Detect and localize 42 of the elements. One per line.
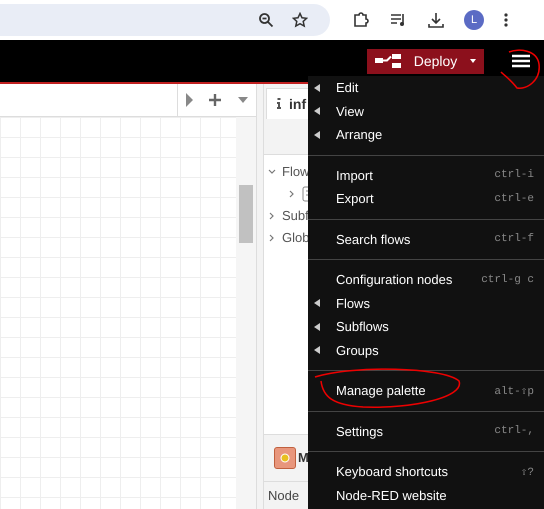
menu-item[interactable]: Import ctrl-i xyxy=(308,164,544,187)
scrollbar-thumb[interactable] xyxy=(239,185,253,243)
star-icon[interactable] xyxy=(292,12,308,28)
play-icon[interactable] xyxy=(186,93,194,107)
info-icon xyxy=(277,98,281,110)
chevron-right-icon[interactable] xyxy=(288,190,296,198)
tree-label[interactable]: Flow xyxy=(282,164,310,180)
menu-item[interactable]: Settings ctrl-, xyxy=(308,420,544,443)
chevron-right-icon[interactable] xyxy=(268,212,276,220)
download-icon[interactable] xyxy=(428,12,444,28)
caret-icon[interactable] xyxy=(238,97,248,103)
node-title: M xyxy=(298,450,309,466)
menu-item[interactable]: Keyboard shortcuts ⇧? xyxy=(308,460,544,484)
node-icon xyxy=(274,446,296,469)
zoom-out-icon[interactable] xyxy=(258,12,274,28)
menu-item[interactable]: Search flows ctrl-f xyxy=(308,228,544,251)
menu-item[interactable]: Arrange xyxy=(308,123,544,146)
tree-label[interactable]: Subf xyxy=(282,208,309,224)
menu-icon[interactable] xyxy=(512,54,530,68)
menu-item[interactable]: Configuration nodes ctrl-g c xyxy=(308,268,544,292)
more-icon[interactable] xyxy=(504,13,508,27)
submenu-arrow-icon xyxy=(314,322,320,331)
submenu-arrow-icon xyxy=(314,84,320,92)
tree-label[interactable]: Glob xyxy=(282,230,310,246)
deploy-button[interactable]: Deploy xyxy=(367,48,484,74)
extensions-icon[interactable] xyxy=(352,11,370,29)
menu-item[interactable]: Node-RED website xyxy=(308,484,544,507)
profile-avatar[interactable]: L xyxy=(464,10,484,30)
menu-item[interactable]: Flows xyxy=(308,292,544,315)
deploy-icon xyxy=(375,54,401,68)
submenu-arrow-icon xyxy=(314,346,320,354)
submenu-arrow-icon xyxy=(314,130,320,139)
submenu-arrow-icon xyxy=(314,107,320,116)
caret-icon xyxy=(470,57,476,65)
chevron-down-icon[interactable] xyxy=(268,168,276,176)
chevron-right-icon[interactable] xyxy=(268,234,276,242)
add-icon[interactable] xyxy=(209,94,222,106)
menu-item[interactable]: Export ctrl-e xyxy=(308,187,544,210)
menu-item[interactable]: Subflows xyxy=(308,315,544,338)
submenu-arrow-icon xyxy=(314,299,320,308)
menu-item[interactable]: Manage palette alt-⇧p xyxy=(308,379,544,402)
menu-item[interactable]: Groups xyxy=(308,338,544,362)
